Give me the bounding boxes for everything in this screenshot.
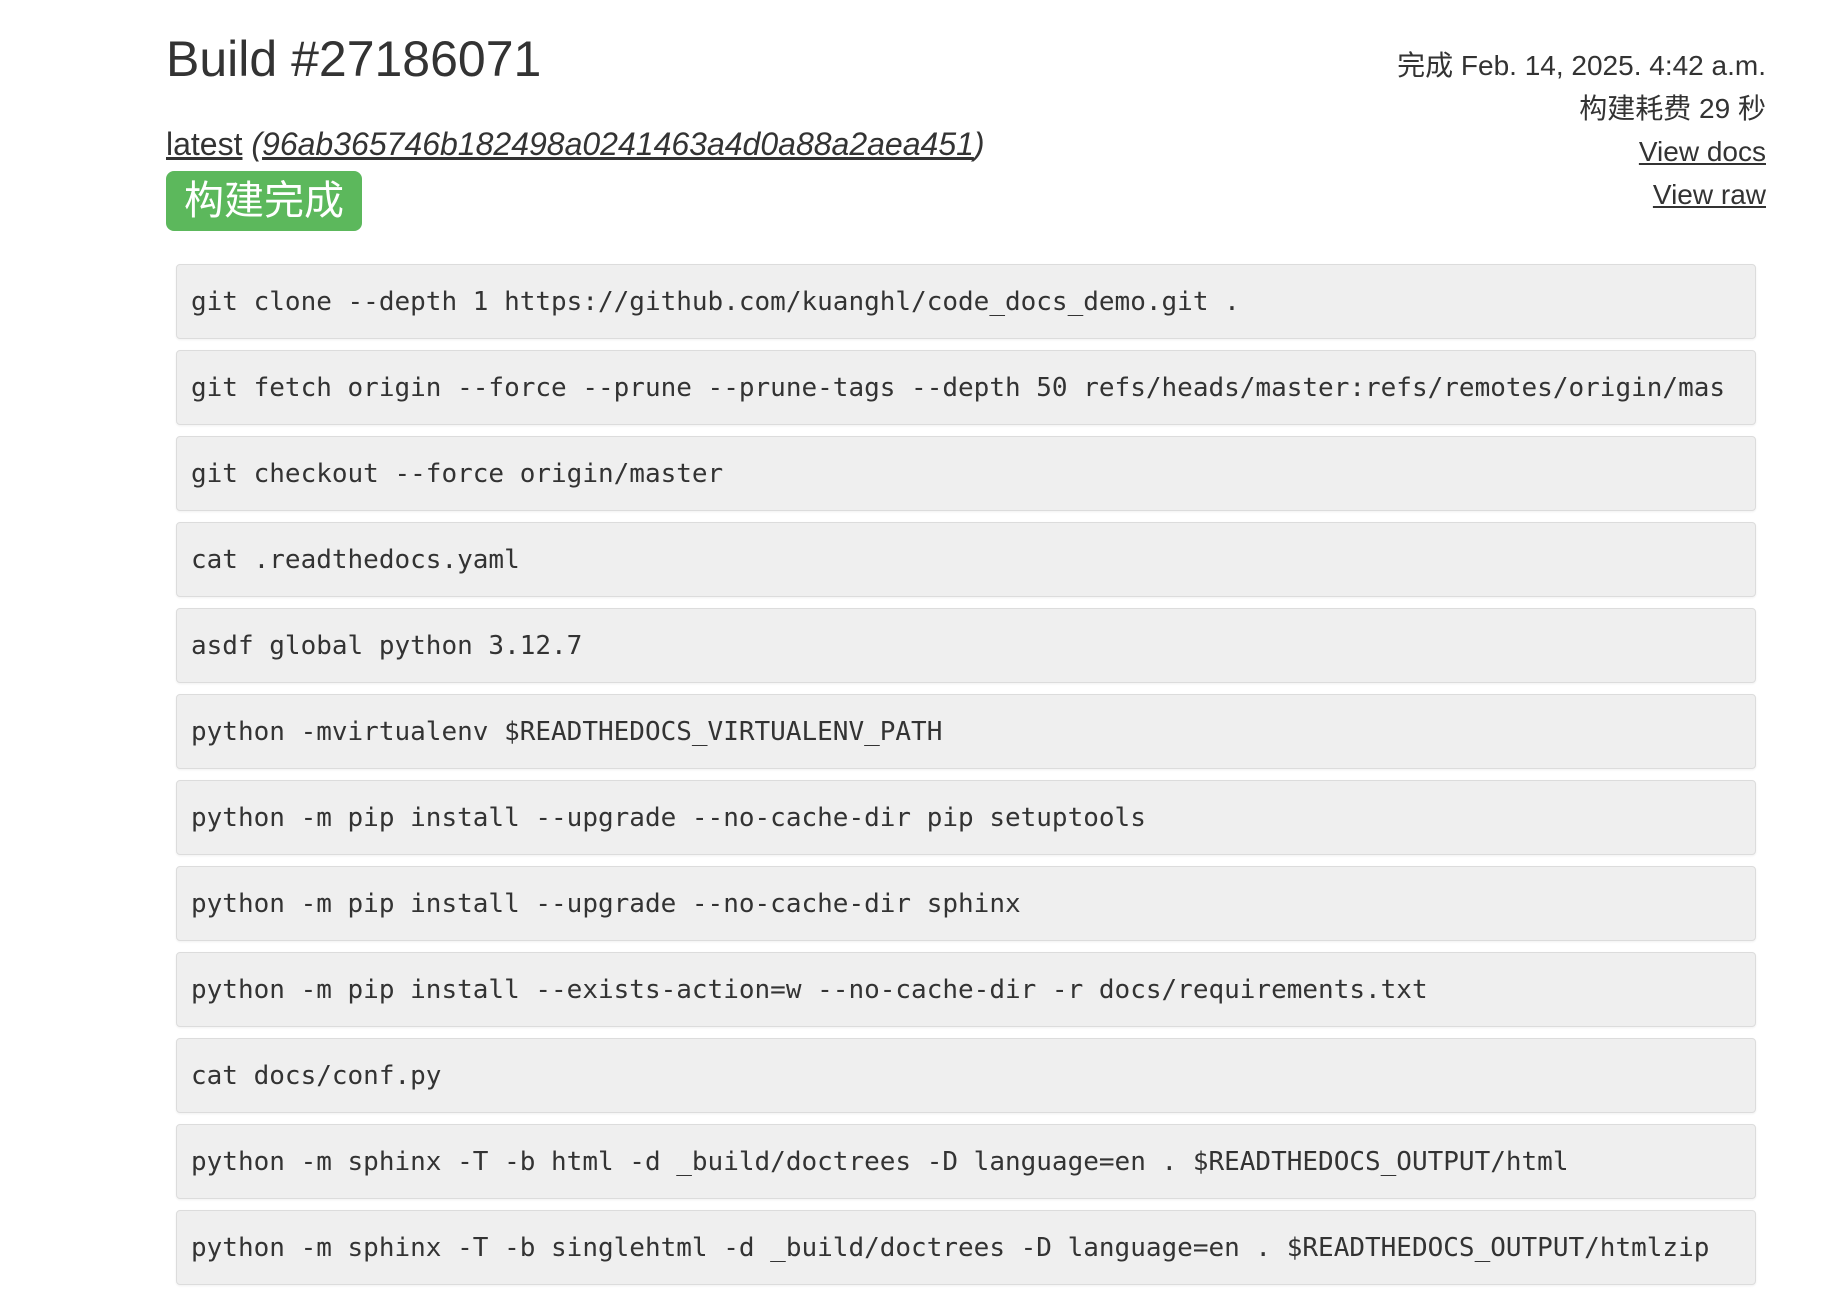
command-row[interactable]: python -mvirtualenv $READTHEDOCS_VIRTUAL…: [176, 694, 1756, 769]
page-title: Build #27186071: [166, 31, 542, 87]
commit-wrapper: (96ab365746b182498a0241463a4d0a88a2aea45…: [251, 126, 985, 162]
build-meta: 完成 Feb. 14, 2025. 4:42 a.m. 构建耗费 29 秒 Vi…: [1397, 44, 1766, 216]
status-badge: 构建完成: [166, 171, 362, 231]
command-row[interactable]: python -m sphinx -T -b html -d _build/do…: [176, 1124, 1756, 1199]
command-row[interactable]: git checkout --force origin/master: [176, 436, 1756, 511]
command-row[interactable]: python -m pip install --exists-action=w …: [176, 952, 1756, 1027]
command-row[interactable]: cat docs/conf.py: [176, 1038, 1756, 1113]
version-link[interactable]: latest: [166, 126, 242, 162]
build-header: Build #27186071 latest (96ab365746b18249…: [166, 28, 1766, 238]
build-duration: 构建耗费 29 秒: [1579, 93, 1766, 124]
command-row[interactable]: python -m pip install --upgrade --no-cac…: [176, 866, 1756, 941]
commit-hash-link[interactable]: 96ab365746b182498a0241463a4d0a88a2aea451: [262, 126, 974, 162]
command-row[interactable]: git fetch origin --force --prune --prune…: [176, 350, 1756, 425]
finished-timestamp: 完成 Feb. 14, 2025. 4:42 a.m.: [1397, 50, 1766, 81]
view-docs-link[interactable]: View docs: [1397, 130, 1766, 173]
commit-line: latest (96ab365746b182498a0241463a4d0a88…: [166, 126, 985, 163]
command-row[interactable]: cat .readthedocs.yaml: [176, 522, 1756, 597]
command-row[interactable]: git clone --depth 1 https://github.com/k…: [176, 264, 1756, 339]
command-row[interactable]: asdf global python 3.12.7: [176, 608, 1756, 683]
command-list: git clone --depth 1 https://github.com/k…: [176, 264, 1756, 1296]
command-row[interactable]: python -m pip install --upgrade --no-cac…: [176, 780, 1756, 855]
view-raw-link[interactable]: View raw: [1397, 173, 1766, 216]
command-row[interactable]: python -m sphinx -T -b singlehtml -d _bu…: [176, 1210, 1756, 1285]
